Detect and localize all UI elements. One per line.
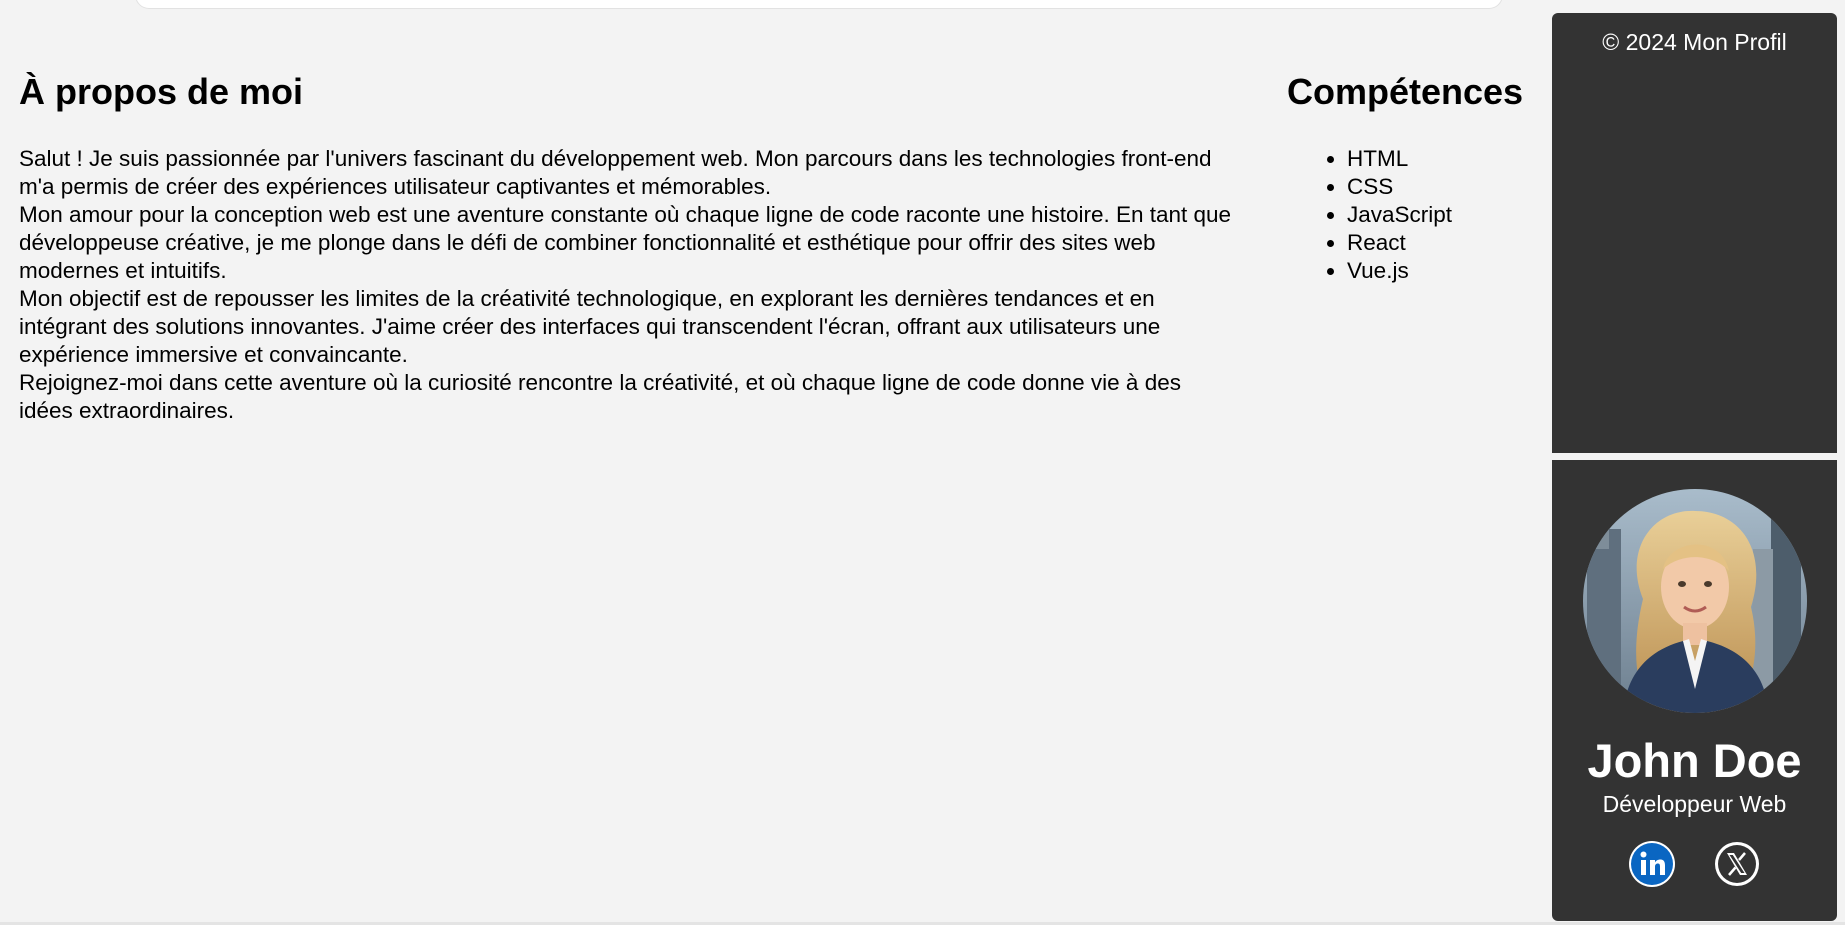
skills-list: HTML CSS JavaScript React Vue.js (1287, 145, 1547, 285)
profile-page: À propos de moi Salut ! Je suis passionn… (0, 12, 1845, 924)
skill-item: JavaScript (1347, 201, 1547, 229)
address-bar[interactable] (135, 0, 1503, 9)
about-paragraph: Mon amour pour la conception web est une… (19, 202, 1232, 283)
skill-item: React (1347, 229, 1547, 257)
social-links (1552, 840, 1837, 893)
profile-card: John Doe Développeur Web (1552, 460, 1837, 921)
skills-title: Compétences (1287, 71, 1524, 112)
about-paragraph: Rejoignez-moi dans cette aventure où la … (19, 370, 1181, 423)
skills-section: Compétences HTML CSS JavaScript React Vu… (1287, 72, 1547, 285)
about-paragraph: Salut ! Je suis passionnée par l'univers… (19, 146, 1212, 199)
profile-role: Développeur Web (1602, 791, 1787, 817)
about-paragraph: Mon objectif est de repousser les limite… (19, 286, 1161, 367)
copyright-text: © 2024 Mon Profil (1602, 29, 1787, 55)
x-twitter-icon[interactable] (1713, 840, 1761, 888)
about-title: À propos de moi (19, 71, 304, 112)
skill-item: CSS (1347, 173, 1547, 201)
about-section: À propos de moi Salut ! Je suis passionn… (19, 72, 1239, 425)
footer-panel: © 2024 Mon Profil (1552, 13, 1837, 453)
profile-name: John Doe (1587, 734, 1802, 787)
browser-top-strip (0, 0, 1845, 12)
avatar (1583, 489, 1807, 713)
linkedin-icon[interactable] (1628, 840, 1676, 888)
portrait-photo (1583, 489, 1807, 713)
skill-item: HTML (1347, 145, 1547, 173)
skill-item: Vue.js (1347, 257, 1547, 285)
